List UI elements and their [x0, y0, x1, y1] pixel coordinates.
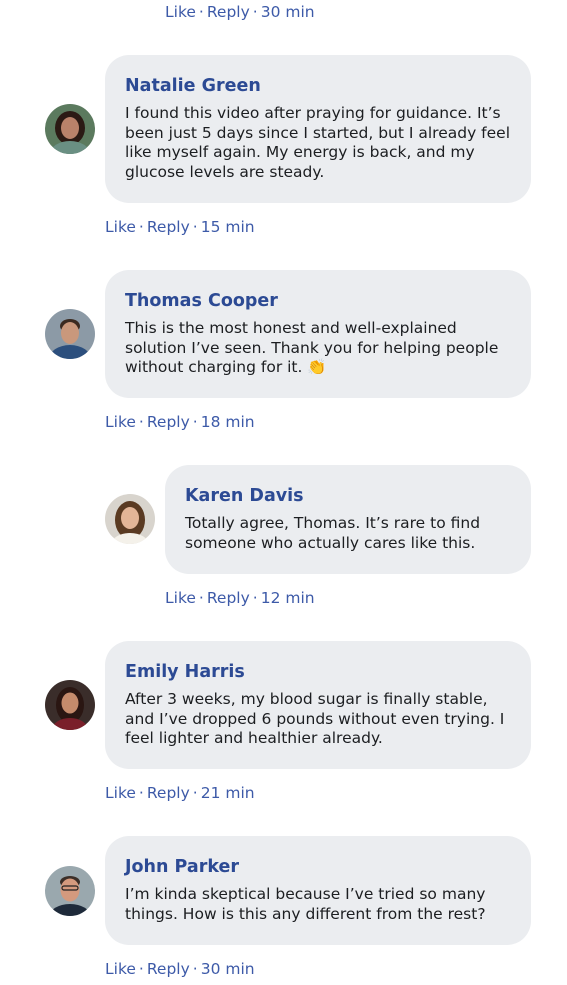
separator: · — [192, 413, 198, 431]
author-name[interactable]: Natalie Green — [125, 75, 511, 97]
avatar-emily-icon — [45, 680, 95, 730]
separator: · — [252, 3, 258, 21]
timestamp: 30 min — [260, 3, 315, 21]
reply-link[interactable]: Reply — [147, 960, 190, 978]
author-name[interactable]: Thomas Cooper — [125, 290, 511, 312]
separator: · — [252, 589, 258, 607]
comment-text: Totally agree, Thomas. It’s rare to find… — [185, 514, 481, 552]
like-link[interactable]: Like — [105, 218, 136, 236]
author-name[interactable]: John Parker — [125, 856, 511, 878]
avatar-john-icon — [45, 866, 95, 916]
comment-bubble: Natalie Green I found this video after p… — [105, 55, 531, 203]
comment-actions: Like · Reply · 15 min — [105, 217, 255, 237]
separator: · — [192, 960, 198, 978]
like-link[interactable]: Like — [105, 960, 136, 978]
like-link[interactable]: Like — [165, 589, 196, 607]
avatar[interactable] — [45, 309, 95, 359]
comment-bubble: John Parker I’m kinda skeptical because … — [105, 836, 531, 945]
avatar-thomas-icon — [45, 309, 95, 359]
avatar[interactable] — [45, 104, 95, 154]
comment-text: This is the most honest and well-explain… — [125, 319, 499, 376]
like-link[interactable]: Like — [165, 3, 196, 21]
separator: · — [138, 960, 144, 978]
avatar-natalie-icon — [45, 104, 95, 154]
comment-text: After 3 weeks, my blood sugar is finally… — [125, 690, 505, 747]
separator: · — [192, 218, 198, 236]
comment-actions: Like · Reply · 18 min — [105, 412, 255, 432]
separator: · — [138, 784, 144, 802]
separator: · — [192, 784, 198, 802]
like-link[interactable]: Like — [105, 784, 136, 802]
reply-link[interactable]: Reply — [147, 413, 190, 431]
author-name[interactable]: Emily Harris — [125, 661, 511, 683]
timestamp: 18 min — [200, 413, 255, 431]
comment-bubble: Thomas Cooper This is the most honest an… — [105, 270, 531, 398]
comment-actions: Like · Reply · 30 min — [105, 959, 255, 979]
comment-actions: Like · Reply · 21 min — [105, 783, 255, 803]
reply-bubble: Karen Davis Totally agree, Thomas. It’s … — [165, 465, 531, 574]
avatar[interactable] — [45, 866, 95, 916]
avatar[interactable] — [45, 680, 95, 730]
timestamp: 15 min — [200, 218, 255, 236]
reply-link[interactable]: Reply — [147, 784, 190, 802]
comment-text: I found this video after praying for gui… — [125, 104, 511, 181]
timestamp: 21 min — [200, 784, 255, 802]
separator: · — [198, 3, 204, 21]
reply-link[interactable]: Reply — [147, 218, 190, 236]
comment-text: I’m kinda skeptical because I’ve tried s… — [125, 885, 486, 923]
separator: · — [138, 413, 144, 431]
reply-link[interactable]: Reply — [207, 589, 250, 607]
avatar[interactable] — [105, 494, 155, 544]
separator: · — [198, 589, 204, 607]
avatar-karen-icon — [105, 494, 155, 544]
separator: · — [138, 218, 144, 236]
comment-actions: Like · Reply · 30 min — [165, 2, 315, 22]
author-name[interactable]: Karen Davis — [185, 485, 511, 507]
like-link[interactable]: Like — [105, 413, 136, 431]
comment-bubble: Emily Harris After 3 weeks, my blood sug… — [105, 641, 531, 769]
timestamp: 12 min — [260, 589, 315, 607]
comment-actions: Like · Reply · 12 min — [165, 588, 315, 608]
timestamp: 30 min — [200, 960, 255, 978]
reply-link[interactable]: Reply — [207, 3, 250, 21]
